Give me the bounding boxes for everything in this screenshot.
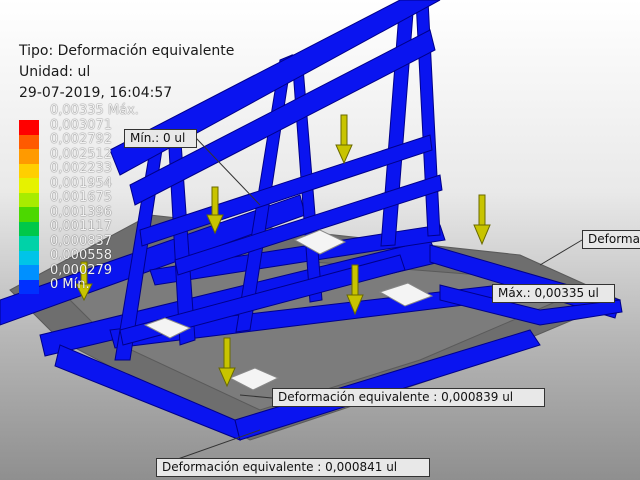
legend-tick-label: 0,003071: [50, 117, 113, 133]
legend-tick-label: 0,001117: [50, 219, 113, 234]
legend-swatch-4: [19, 178, 39, 193]
legend-swatch-2: [19, 149, 39, 164]
legend-tick-label: 0,000837: [50, 233, 113, 249]
legend-tick-label: 0,001675: [50, 190, 113, 205]
legend-swatch-5: [19, 192, 39, 207]
legend-swatch-6: [19, 207, 39, 222]
graphics-viewport[interactable]: Tipo: Deformación equivalente Unidad: ul…: [0, 0, 640, 480]
arrow-1: [335, 114, 353, 165]
legend-tick-label: 0,001396: [50, 204, 113, 220]
legend-tick-label: 0,001954: [50, 175, 113, 191]
legend-tick-label: 0,002233: [50, 161, 113, 176]
legend-swatch-7: [19, 221, 39, 236]
legend-tick-label: 0,000558: [50, 248, 113, 263]
result-unit-label: Unidad: ul: [19, 64, 91, 80]
aframe-right-leg-1: [380, 0, 415, 247]
legend-tick-label: 0,002792: [50, 132, 113, 147]
legend-min-label: 0 Mín.: [50, 277, 90, 292]
legend-tick-label: 0,000279: [50, 262, 113, 278]
probe-label-right[interactable]: Deformac: [582, 230, 640, 249]
result-timestamp: 29-07-2019, 16:04:57: [19, 85, 173, 101]
probe-label-center[interactable]: Deformación equivalente : 0,000839 ul: [272, 388, 545, 407]
arrow-3: [473, 194, 491, 246]
min-probe-label[interactable]: Mín.: 0 ul: [124, 129, 197, 148]
legend-tick-label: 0,002512: [50, 146, 113, 162]
legend-swatch-1: [19, 134, 39, 149]
result-type-label: Tipo: Deformación equivalente: [19, 43, 235, 59]
legend-swatch-3: [19, 163, 39, 178]
probe-label-bottom[interactable]: Deformación equivalente : 0,000841 ul: [156, 458, 430, 477]
legend-max-label: 0,00335 Máx.: [50, 103, 139, 118]
legend-swatch-10: [19, 265, 39, 280]
legend-swatch-0: [19, 120, 39, 135]
legend-swatch-11: [19, 279, 39, 294]
max-probe-label[interactable]: Máx.: 0,00335 ul: [492, 284, 615, 303]
legend-swatch-8: [19, 236, 39, 251]
legend-swatch-9: [19, 250, 39, 265]
